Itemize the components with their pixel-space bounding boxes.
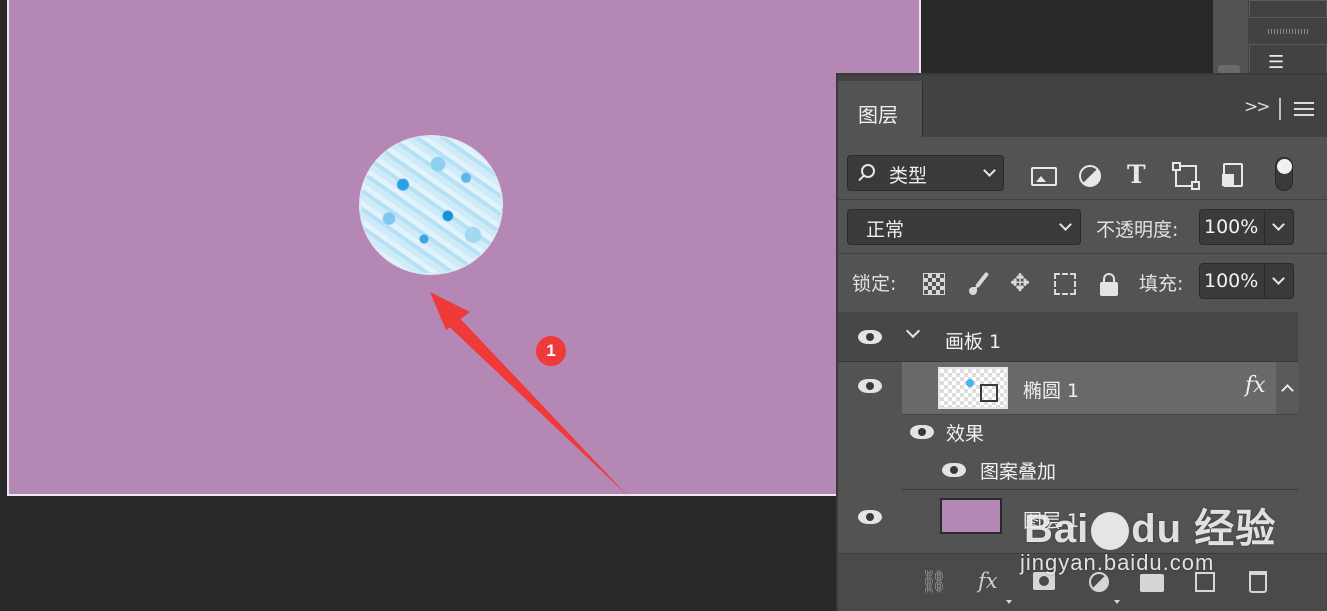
- blend-mode-value: 正常: [866, 219, 905, 241]
- toolstrip-button[interactable]: [1249, 0, 1327, 18]
- lock-artboard-icon[interactable]: [1054, 273, 1076, 295]
- blend-mode-select[interactable]: 正常: [847, 209, 1081, 245]
- pattern-ellipse-shape[interactable]: [359, 135, 503, 275]
- effects-label[interactable]: 效果: [946, 419, 984, 446]
- layer-thumbnail: [938, 367, 1008, 409]
- layers-list: 画板 1 椭圆 1 fx 效果 图案叠加 图层 1: [838, 312, 1298, 552]
- visibility-eye-icon[interactable]: [942, 463, 966, 477]
- new-adjustment-layer-icon[interactable]: [1089, 572, 1109, 592]
- smart-object-filter-icon[interactable]: [1222, 163, 1243, 187]
- lock-all-icon[interactable]: [1100, 273, 1118, 296]
- opacity-value: 100%: [1204, 216, 1259, 238]
- shape-layer-filter-icon[interactable]: [1172, 162, 1200, 190]
- visibility-eye-icon[interactable]: [858, 330, 882, 344]
- collapse-panel-button[interactable]: >>: [1244, 97, 1270, 117]
- chevron-down-icon: [983, 164, 996, 177]
- step-badge: 1: [536, 336, 566, 366]
- artboard-canvas[interactable]: [7, 0, 921, 496]
- layer-name: 图层 1: [1023, 510, 1080, 532]
- chevron-down-icon: [1272, 218, 1285, 231]
- lock-label: 锁定:: [852, 273, 897, 295]
- layer-name: 椭圆 1: [1023, 380, 1080, 402]
- add-layer-style-icon[interactable]: fx: [978, 569, 998, 593]
- layers-panel: 图层 >> 类型 T 正常 不透明度: 100% 锁定: ✥ 填充: 100%: [836, 73, 1327, 611]
- search-icon: [861, 164, 875, 178]
- toolstrip-grip[interactable]: [1268, 29, 1308, 34]
- layer-row-artboard[interactable]: 画板 1: [838, 312, 1298, 362]
- chevron-down-icon: [1272, 272, 1285, 285]
- lock-position-icon[interactable]: ✥: [1010, 269, 1032, 297]
- link-layers-icon[interactable]: ⛓: [920, 570, 948, 595]
- collapse-effects-button[interactable]: [1276, 362, 1298, 414]
- new-group-icon[interactable]: [1140, 574, 1164, 592]
- opacity-field[interactable]: 100%: [1199, 209, 1294, 245]
- visibility-eye-icon[interactable]: [910, 425, 934, 439]
- new-layer-icon[interactable]: [1195, 572, 1215, 592]
- layer-name: 画板 1: [945, 331, 1002, 353]
- layer-row-layer1[interactable]: 图层 1: [838, 490, 1298, 544]
- panel-tabbar: 图层 >>: [838, 75, 1327, 137]
- effect-item-pattern-overlay[interactable]: 图案叠加: [980, 457, 1056, 484]
- submenu-indicator: [1006, 600, 1012, 604]
- visibility-eye-icon[interactable]: [858, 379, 882, 393]
- layer-fx-icon[interactable]: fx: [1245, 373, 1266, 398]
- layer-row-ellipse[interactable]: 椭圆 1 fx: [902, 362, 1298, 414]
- chevron-down-icon: [1059, 218, 1072, 231]
- lock-image-pixels-icon[interactable]: [968, 273, 990, 295]
- adjustment-layer-filter-icon[interactable]: [1079, 165, 1101, 187]
- chevron-down-icon[interactable]: [905, 323, 921, 339]
- panel-footer: ⛓ fx: [838, 553, 1327, 611]
- paragraph-style-icon: ☰: [1268, 52, 1285, 73]
- shape-layer-icon: [980, 384, 998, 402]
- add-mask-icon[interactable]: [1033, 572, 1055, 590]
- visibility-eye-icon[interactable]: [858, 510, 882, 524]
- filter-kind-label: 类型: [889, 165, 928, 187]
- fill-field[interactable]: 100%: [1199, 263, 1294, 299]
- opacity-label: 不透明度:: [1096, 219, 1179, 241]
- panel-menu-icon[interactable]: [1294, 102, 1314, 116]
- tab-layers[interactable]: 图层: [838, 81, 922, 137]
- type-layer-filter-icon[interactable]: T: [1127, 160, 1153, 189]
- delete-layer-icon[interactable]: [1249, 571, 1267, 593]
- layer-filter-select[interactable]: 类型: [847, 155, 1004, 191]
- effects-group: 效果 图案叠加: [902, 414, 1298, 490]
- filter-toggle-switch[interactable]: [1275, 157, 1293, 191]
- fill-value: 100%: [1204, 270, 1259, 292]
- pixel-layer-filter-icon[interactable]: [1031, 167, 1057, 186]
- submenu-indicator: [1114, 600, 1120, 604]
- divider: [1279, 98, 1281, 120]
- fill-label: 填充:: [1139, 273, 1184, 295]
- layer-thumbnail: [940, 498, 1002, 534]
- lock-transparent-pixels-icon[interactable]: [923, 273, 945, 295]
